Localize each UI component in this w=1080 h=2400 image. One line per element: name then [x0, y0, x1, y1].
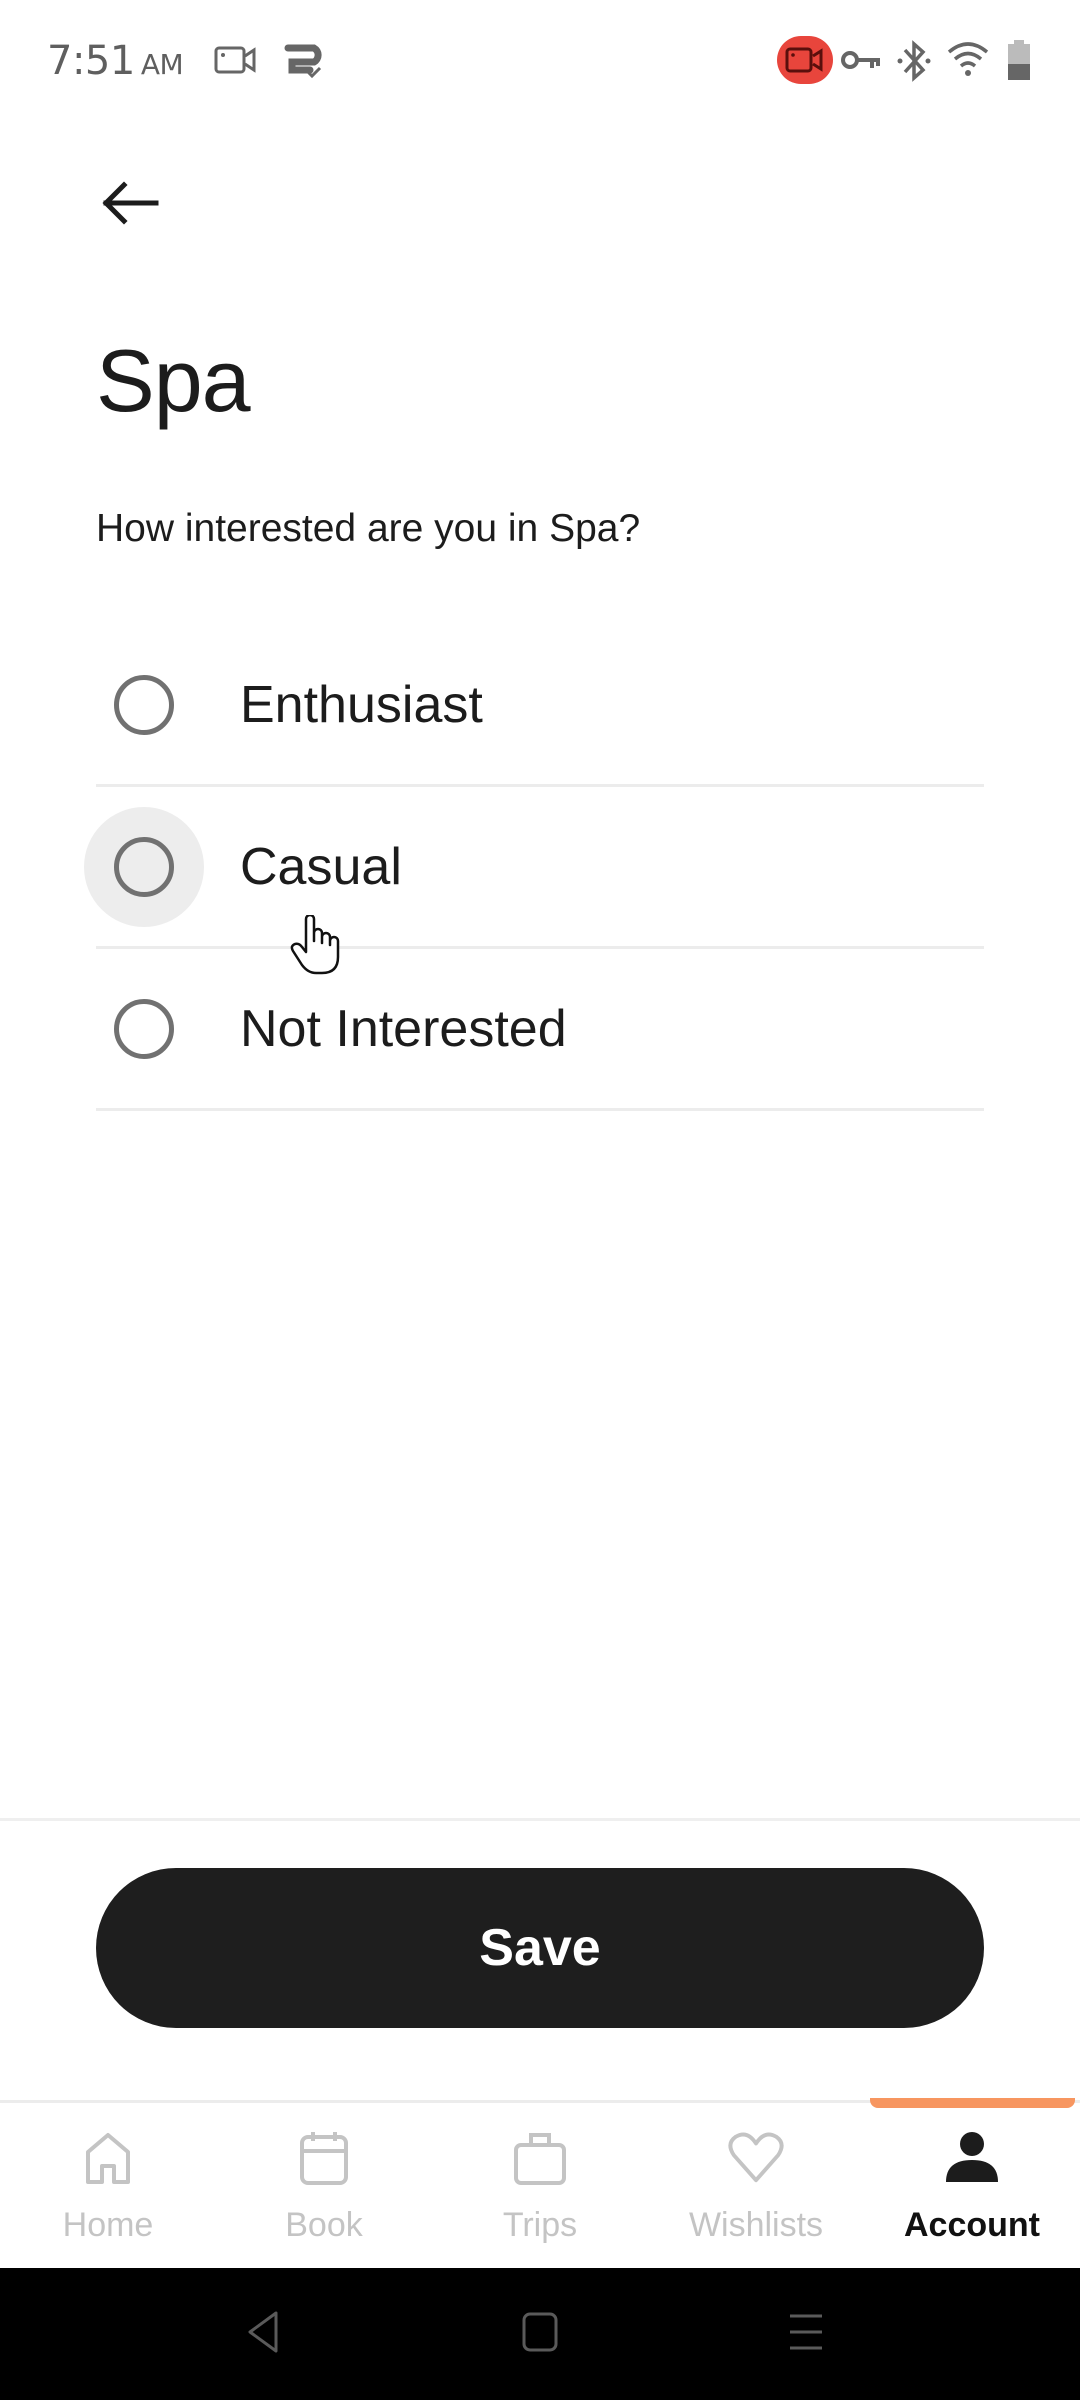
option-label: Enthusiast: [240, 675, 483, 734]
home-square-icon[interactable]: [520, 2310, 560, 2359]
system-nav-bar: [0, 2268, 1080, 2400]
question-text: How interested are you in Spa?: [96, 507, 641, 550]
option-casual[interactable]: Casual: [84, 787, 984, 949]
nav-label: Wishlists: [688, 2206, 824, 2244]
sync-check-icon: [280, 40, 326, 85]
arrow-left-icon: [100, 180, 160, 230]
status-time: 7:51 AM: [47, 38, 184, 84]
option-label: Casual: [240, 837, 402, 896]
radio-button[interactable]: [114, 674, 174, 735]
calendar-icon: [296, 2130, 352, 2186]
wifi-icon: [946, 40, 990, 85]
time-text: 7:51: [47, 38, 135, 84]
save-button[interactable]: Save: [96, 1868, 984, 2028]
nav-item-trips[interactable]: Trips: [432, 2104, 648, 2268]
person-icon: [944, 2130, 1000, 2186]
footer-divider: [0, 1818, 1080, 1821]
vpn-key-icon: [840, 46, 884, 79]
nav-label: Book: [285, 2206, 363, 2244]
nav-item-account[interactable]: Account: [864, 2104, 1080, 2268]
nav-label: Account: [904, 2206, 1040, 2244]
back-button[interactable]: [90, 170, 170, 240]
bottom-nav: Home Book Trips Wishlists Account: [0, 2104, 1080, 2268]
hand-cursor-icon: [290, 913, 344, 982]
bluetooth-icon: [897, 38, 931, 89]
nav-item-wishlists[interactable]: Wishlists: [648, 2104, 864, 2268]
screen-record-icon: [214, 44, 258, 81]
nav-item-home[interactable]: Home: [0, 2104, 216, 2268]
option-enthusiast[interactable]: Enthusiast: [96, 625, 984, 787]
status-bar: 7:51 AM: [0, 0, 1080, 120]
nav-item-book[interactable]: Book: [216, 2104, 432, 2268]
recording-indicator-icon: [777, 36, 833, 84]
option-label: Not Interested: [240, 999, 567, 1058]
radio-button[interactable]: [114, 836, 174, 897]
recents-menu-icon[interactable]: [786, 2310, 826, 2359]
home-icon: [80, 2130, 136, 2186]
briefcase-icon: [512, 2130, 568, 2186]
back-triangle-icon[interactable]: [244, 2310, 284, 2359]
nav-label: Trips: [502, 2206, 578, 2244]
radio-button[interactable]: [114, 998, 174, 1059]
interest-radio-group: Enthusiast Casual Not Interested: [84, 625, 984, 1111]
page-title: Spa: [96, 331, 251, 430]
nav-label: Home: [62, 2206, 154, 2244]
battery-icon: [1006, 40, 1032, 87]
heart-icon: [728, 2130, 784, 2186]
option-not-interested[interactable]: Not Interested: [96, 949, 984, 1111]
ampm-text: AM: [140, 48, 184, 81]
